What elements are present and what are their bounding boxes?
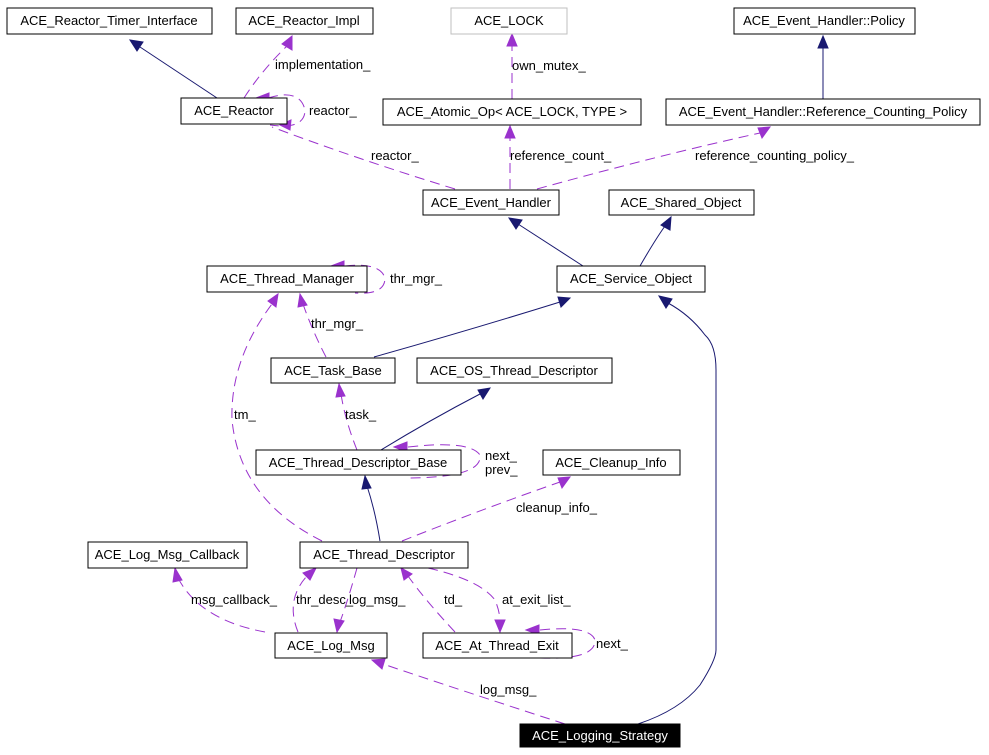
edge-reactor-to-reactor-impl: implementation_ — [243, 34, 371, 99]
node-ace-os-thread-descriptor[interactable]: ACE_OS_Thread_Descriptor — [416, 357, 613, 384]
svg-text:ACE_Atomic_Op< ACE_LOCK, TYPE: ACE_Atomic_Op< ACE_LOCK, TYPE > — [397, 104, 627, 119]
node-ace-logging-strategy[interactable]: ACE_Logging_Strategy — [519, 723, 681, 748]
node-ace-cleanup-info[interactable]: ACE_Cleanup_Info — [542, 449, 681, 476]
edge-at-thread-exit-to-td: td_ — [400, 567, 463, 633]
edge-event-handler-to-reactor: reactor_ — [271, 126, 456, 190]
node-ace-lock[interactable]: ACE_LOCK — [450, 7, 568, 35]
edge-label-td: td_ — [444, 592, 463, 607]
edge-label-cleanup-info: cleanup_info_ — [516, 500, 598, 515]
svg-text:ACE_Logging_Strategy: ACE_Logging_Strategy — [532, 728, 668, 743]
node-ace-reactor-impl[interactable]: ACE_Reactor_Impl — [235, 7, 374, 35]
edge-service-object-to-shared-object — [639, 215, 672, 267]
svg-text:ACE_Log_Msg: ACE_Log_Msg — [287, 638, 374, 653]
edge-label-thr-desc: thr_desc_ — [296, 592, 354, 607]
node-ace-shared-object[interactable]: ACE_Shared_Object — [608, 189, 755, 216]
edge-label-log-msg-td: log_msg_ — [349, 592, 406, 607]
edge-label-reference-counting-policy: reference_counting_policy_ — [695, 148, 855, 163]
edge-label-tm: tm_ — [234, 407, 256, 422]
edge-label-msg-callback: msg_callback_ — [191, 592, 278, 607]
nodes: ACE_Reactor_Timer_Interface ACE_Reactor_… — [6, 7, 981, 748]
node-ace-task-base[interactable]: ACE_Task_Base — [270, 357, 396, 384]
svg-text:ACE_Reactor_Timer_Interface: ACE_Reactor_Timer_Interface — [20, 13, 197, 28]
node-ace-thread-descriptor-base[interactable]: ACE_Thread_Descriptor_Base — [255, 449, 462, 476]
svg-text:ACE_Reactor_Impl: ACE_Reactor_Impl — [248, 13, 359, 28]
edge-log-msg-to-callback: msg_callback_ — [172, 566, 278, 633]
svg-text:ACE_Thread_Descriptor: ACE_Thread_Descriptor — [313, 547, 455, 562]
edge-label-thr-mgr: thr_mgr_ — [311, 316, 364, 331]
node-ace-service-object[interactable]: ACE_Service_Object — [556, 265, 706, 293]
edge-ref-policy-to-policy — [817, 34, 829, 99]
svg-text:ACE_Event_Handler::Policy: ACE_Event_Handler::Policy — [743, 13, 905, 28]
edge-label-next-at-exit: next_ — [596, 636, 629, 651]
node-ace-reactor-timer-interface[interactable]: ACE_Reactor_Timer_Interface — [6, 7, 213, 35]
edge-task-base-to-service-object — [373, 296, 572, 358]
svg-text:ACE_Log_Msg_Callback: ACE_Log_Msg_Callback — [95, 547, 240, 562]
node-ace-event-handler-policy[interactable]: ACE_Event_Handler::Policy — [733, 7, 916, 35]
svg-text:ACE_LOCK: ACE_LOCK — [474, 13, 544, 28]
svg-text:ACE_Event_Handler: ACE_Event_Handler — [431, 195, 552, 210]
node-ace-thread-descriptor[interactable]: ACE_Thread_Descriptor — [299, 541, 469, 569]
edge-tdb-to-task-base: task_ — [335, 382, 377, 451]
edge-event-handler-to-atomic-op: reference_count_ — [504, 124, 612, 189]
edge-label-log-msg: log_msg_ — [480, 682, 537, 697]
edge-logging-strategy-to-log-msg: log_msg_ — [370, 658, 566, 725]
svg-text:ACE_At_Thread_Exit: ACE_At_Thread_Exit — [435, 638, 559, 653]
edge-label-reactor: reactor_ — [371, 148, 419, 163]
edge-reactor-to-reactor-timer-interface — [128, 39, 218, 99]
edge-td-to-thread-manager: tm_ — [231, 292, 323, 542]
node-ace-log-msg[interactable]: ACE_Log_Msg — [274, 632, 388, 659]
edge-td-to-tdb — [361, 474, 381, 542]
collaboration-diagram: implementation_ reactor_ own_mutex_ reac… — [6, 7, 981, 748]
node-ace-atomic-op[interactable]: ACE_Atomic_Op< ACE_LOCK, TYPE > — [382, 98, 642, 126]
edge-td-to-cleanup-info: cleanup_info_ — [401, 476, 598, 542]
edge-logging-strategy-to-service-object — [637, 295, 717, 725]
svg-text:ACE_Event_Handler::Reference_C: ACE_Event_Handler::Reference_Counting_Po… — [679, 104, 968, 119]
node-ace-reference-counting-policy[interactable]: ACE_Event_Handler::Reference_Counting_Po… — [665, 98, 981, 126]
node-ace-event-handler[interactable]: ACE_Event_Handler — [422, 189, 560, 216]
edge-label-thr-mgr-self: thr_mgr_ — [390, 271, 443, 286]
edge-log-msg-to-td: thr_desc_ — [292, 567, 354, 633]
edge-label-task: task_ — [345, 407, 377, 422]
svg-text:ACE_OS_Thread_Descriptor: ACE_OS_Thread_Descriptor — [430, 363, 598, 378]
edge-service-object-to-event-handler — [507, 217, 584, 267]
edge-label-implementation: implementation_ — [275, 57, 371, 72]
node-ace-at-thread-exit[interactable]: ACE_At_Thread_Exit — [422, 632, 573, 659]
svg-text:ACE_Cleanup_Info: ACE_Cleanup_Info — [555, 455, 666, 470]
svg-text:ACE_Thread_Manager: ACE_Thread_Manager — [220, 271, 354, 286]
edge-label-prev: prev_ — [485, 462, 518, 477]
node-ace-thread-manager[interactable]: ACE_Thread_Manager — [206, 265, 368, 293]
edge-label-reactor-self: reactor_ — [309, 103, 357, 118]
edge-label-next: next_ — [485, 448, 518, 463]
node-ace-log-msg-callback[interactable]: ACE_Log_Msg_Callback — [87, 541, 248, 569]
edge-label-own-mutex: own_mutex_ — [512, 58, 586, 73]
edge-atomic-op-to-ace-lock: own_mutex_ — [506, 32, 586, 99]
svg-text:ACE_Service_Object: ACE_Service_Object — [570, 271, 692, 286]
edge-label-at-exit-list: at_exit_list_ — [502, 592, 571, 607]
svg-text:ACE_Reactor: ACE_Reactor — [194, 103, 274, 118]
svg-text:ACE_Thread_Descriptor_Base: ACE_Thread_Descriptor_Base — [269, 455, 447, 470]
svg-text:ACE_Shared_Object: ACE_Shared_Object — [621, 195, 742, 210]
svg-text:ACE_Task_Base: ACE_Task_Base — [284, 363, 382, 378]
edge-tdb-to-os-thread-descriptor — [380, 387, 492, 451]
edge-label-reference-count: reference_count_ — [510, 148, 612, 163]
node-ace-reactor[interactable]: ACE_Reactor — [180, 97, 288, 125]
edge-task-base-to-thread-manager: thr_mgr_ — [297, 292, 364, 358]
